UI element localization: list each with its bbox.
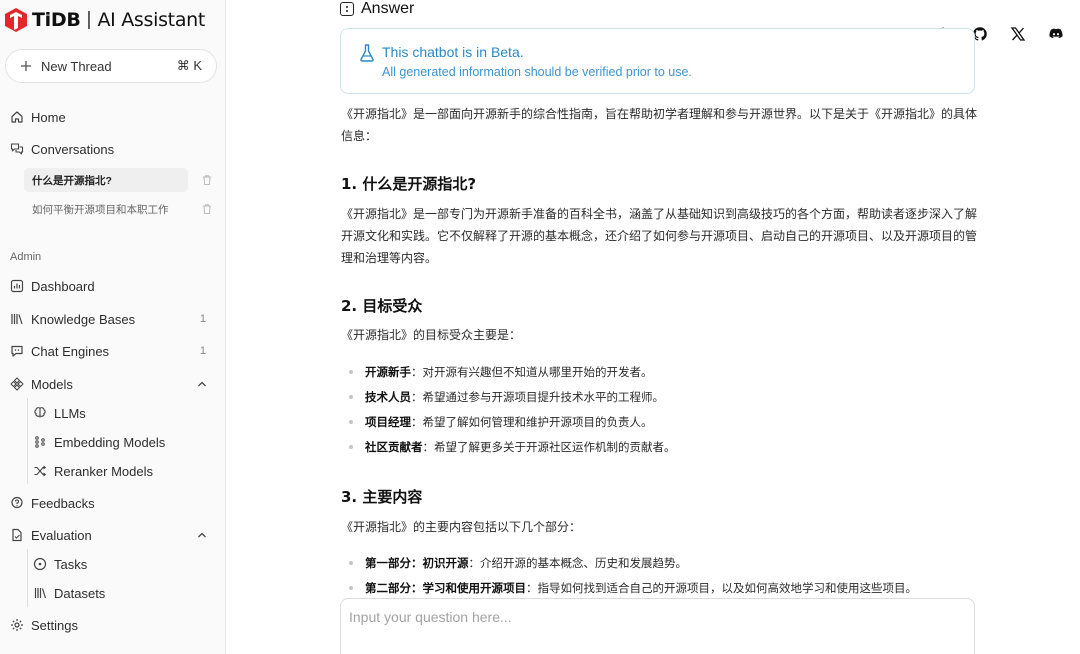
sidebar-item-home[interactable]: Home (10, 105, 216, 129)
sidebar-item-evaluation[interactable]: Evaluation (10, 523, 216, 547)
dashboard-icon (10, 279, 24, 293)
beta-title: This chatbot is in Beta. (382, 44, 524, 60)
question-input-box[interactable] (340, 598, 975, 654)
sidebar-item-chat-engines[interactable]: Chat Engines 1 (10, 339, 216, 363)
home-icon (11, 111, 23, 123)
list-item: 技术人员：希望通过参与开源项目提升技术水平的工程师。 (341, 388, 664, 406)
sidebar-item-label: Feedbacks (31, 495, 95, 511)
conversation-item[interactable]: 如何平衡开源项目和本职工作 (24, 197, 188, 221)
sidebar-item-label: Datasets (54, 585, 106, 601)
section-heading: 3. 主要内容 (341, 488, 423, 506)
list-item: 开源新手：对开源有兴趣但不知道从哪里开始的开发者。 (341, 363, 653, 381)
chat-bubbles-icon (10, 143, 24, 155)
answer-heading: Answer (361, 0, 415, 17)
section-heading: 1. 什么是开源指北? (341, 175, 477, 193)
sidebar-item-conversations[interactable]: Conversations (10, 137, 216, 161)
tree-line (27, 549, 28, 607)
sidebar-item-label: Settings (31, 617, 78, 633)
brand[interactable]: TiDB | AI Assistant (4, 6, 205, 34)
brand-separator: | (86, 9, 92, 30)
section-text: 《开源指北》的主要内容包括以下几个部分： (341, 520, 582, 534)
brain-icon (34, 407, 46, 418)
sidebar-item-knowledge-bases[interactable]: Knowledge Bases 1 (10, 307, 216, 331)
new-thread-label: New Thread (41, 58, 112, 74)
sidebar-item-label: LLMs (54, 405, 86, 421)
beta-notice: This chatbot is in Beta. All generated i… (340, 28, 975, 94)
sidebar-item-label: Evaluation (31, 527, 92, 543)
sidebar-item-label: Dashboard (31, 278, 95, 294)
sidebar-item-dashboard[interactable]: Dashboard (10, 274, 216, 298)
bot-chat-icon (11, 345, 23, 357)
sidebar-item-tasks[interactable]: Tasks (33, 552, 216, 576)
sidebar-item-models[interactable]: Models (10, 372, 216, 396)
brand-product: AI Assistant (97, 9, 206, 31)
question-input[interactable] (349, 609, 949, 625)
plus-icon (21, 61, 31, 71)
knowledge-bases-count: 1 (199, 313, 206, 325)
sidebar-item-datasets[interactable]: Datasets (33, 581, 216, 605)
sidebar-item-label: Tasks (54, 556, 88, 572)
shuffle-icon (34, 465, 47, 477)
section-text: 《开源指北》的目标受众主要是： (341, 328, 522, 342)
library-icon (11, 314, 23, 325)
sidebar-item-feedbacks[interactable]: Feedbacks (10, 491, 216, 515)
new-thread-shortcut: ⌘ K (176, 58, 202, 73)
sidebar-item-label: Conversations (31, 141, 115, 157)
sidebar-item-llms[interactable]: LLMs (33, 401, 216, 425)
list-item: 社区贡献者：希望了解更多关于开源社区运作机制的贡献者。 (341, 438, 676, 456)
answer-header: Answer (340, 0, 414, 18)
sidebar-item-label: Chat Engines (31, 343, 110, 359)
feedback-icon (11, 496, 23, 509)
list-item: 第二部分：学习和使用开源项目：指导如何找到适合自己的开源项目，以及如何高效地学习… (341, 579, 917, 597)
sidebar-item-label: Reranker Models (54, 463, 153, 479)
sidebar-item-embedding-models[interactable]: Embedding Models (33, 430, 216, 454)
chevron-up-icon[interactable] (196, 529, 208, 541)
trash-icon[interactable] (201, 174, 213, 186)
models-icon (10, 377, 24, 391)
x-icon[interactable] (1010, 26, 1026, 42)
sidebar-item-reranker-models[interactable]: Reranker Models (33, 459, 216, 483)
sidebar-item-label: Knowledge Bases (31, 311, 136, 327)
chevron-up-icon[interactable] (196, 378, 208, 390)
tidb-logo-icon (5, 8, 27, 32)
sidebar: TiDB | AI Assistant New Thread ⌘ K Home … (0, 0, 226, 654)
new-thread-button[interactable]: New Thread ⌘ K (5, 49, 217, 83)
grid-dots-icon (35, 436, 45, 448)
library-icon (34, 588, 47, 599)
admin-section-label: Admin (10, 251, 42, 263)
brand-name: TiDB (32, 9, 81, 31)
beta-text: All generated information should be veri… (382, 65, 692, 79)
section-heading: 2. 目标受众 (341, 297, 423, 315)
circle-dot-icon (33, 557, 47, 571)
sidebar-item-label: Embedding Models (54, 434, 166, 450)
tree-line (27, 398, 28, 484)
trash-icon[interactable] (201, 203, 213, 215)
conversation-item[interactable]: 什么是开源指北? (24, 168, 188, 192)
section-text: 《开源指北》是一部专门为开源新手准备的百科全书，涵盖了从基础知识到高级技巧的各个… (341, 207, 978, 265)
answer-icon (340, 2, 354, 16)
sidebar-item-settings[interactable]: Settings (10, 613, 216, 637)
flask-icon (360, 44, 374, 62)
sidebar-item-label: Models (31, 376, 73, 392)
discord-icon[interactable] (1048, 26, 1064, 42)
list-item: 项目经理：希望了解如何管理和维护开源项目的负责人。 (341, 413, 653, 431)
file-check-icon (12, 528, 22, 542)
chat-engines-count: 1 (199, 345, 206, 357)
gear-icon (11, 619, 23, 631)
answer-intro: 《开源指北》是一部面向开源新手的综合性指南，旨在帮助初学者理解和参与开源世界。以… (341, 107, 978, 143)
list-item: 第一部分：初识开源：介绍开源的基本概念、历史和发展趋势。 (341, 554, 687, 572)
sidebar-item-label: Home (31, 109, 66, 125)
